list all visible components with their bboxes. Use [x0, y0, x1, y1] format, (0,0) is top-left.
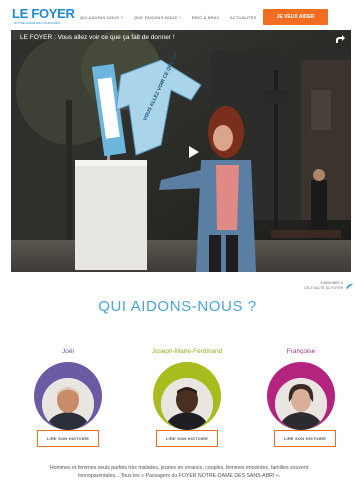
video-title: LE FOYER : Vous allez voir ce que ça fai…	[20, 34, 175, 41]
read-story-button-francoise[interactable]: LIRE SON HISTOIRE	[274, 430, 336, 447]
play-icon[interactable]	[186, 145, 200, 159]
person-name: Joseph-Marie-Ferdinand	[151, 348, 223, 355]
video-player[interactable]: VOUS ALLEZ VOIR CE QUE ÇA LE FOYER : Vou…	[11, 30, 351, 272]
nav-item-actualites[interactable]: ACTUALITÉS	[230, 15, 257, 20]
read-story-button-joseph-marie-ferdinand[interactable]: LIRE SON HISTOIRE	[156, 430, 218, 447]
top-nav: LE FOYER NOTRE-DAME DES SANS-ABRI QUI AI…	[0, 0, 355, 30]
nav-item-bric-a-brac[interactable]: BRIC À BRAC	[192, 15, 220, 20]
person-name: Françoise	[286, 348, 316, 355]
section-description: Hommes et femmes seuls parfois très mala…	[49, 465, 309, 479]
person-name: Joël	[62, 348, 74, 355]
logo[interactable]: LE FOYER NOTRE-DAME DES SANS-ABRI	[12, 6, 75, 28]
share-icon[interactable]	[334, 34, 346, 46]
portrait-joel[interactable]	[34, 362, 102, 430]
nav-item-qui-aidons-nous[interactable]: QUI AIDONS-NOUS ?	[80, 15, 123, 20]
logo-text: LE FOYER	[12, 6, 75, 21]
portrait-joseph-marie-ferdinand[interactable]	[153, 362, 221, 430]
nav-item-que-faisons-nous[interactable]: QUE FAISONS-NOUS ?	[134, 15, 181, 20]
subscribe-line-2: L'ACTUALITÉ DU FOYER	[303, 285, 343, 290]
read-story-button-joel[interactable]: LIRE SON HISTOIRE	[37, 430, 99, 447]
section-title: QUI AIDONS-NOUS ?	[98, 298, 257, 315]
subscribe-news-link[interactable]: S'ABONNER À L'ACTUALITÉ DU FOYER	[290, 281, 343, 290]
logo-tagline: NOTRE-DAME DES SANS-ABRI	[14, 21, 61, 25]
je-veux-aider-button[interactable]: JE VEUX AIDER	[263, 9, 328, 25]
video-frame: VOUS ALLEZ VOIR CE QUE ÇA	[11, 30, 351, 272]
portrait-francoise[interactable]	[267, 362, 335, 430]
rss-icon[interactable]	[346, 283, 353, 289]
